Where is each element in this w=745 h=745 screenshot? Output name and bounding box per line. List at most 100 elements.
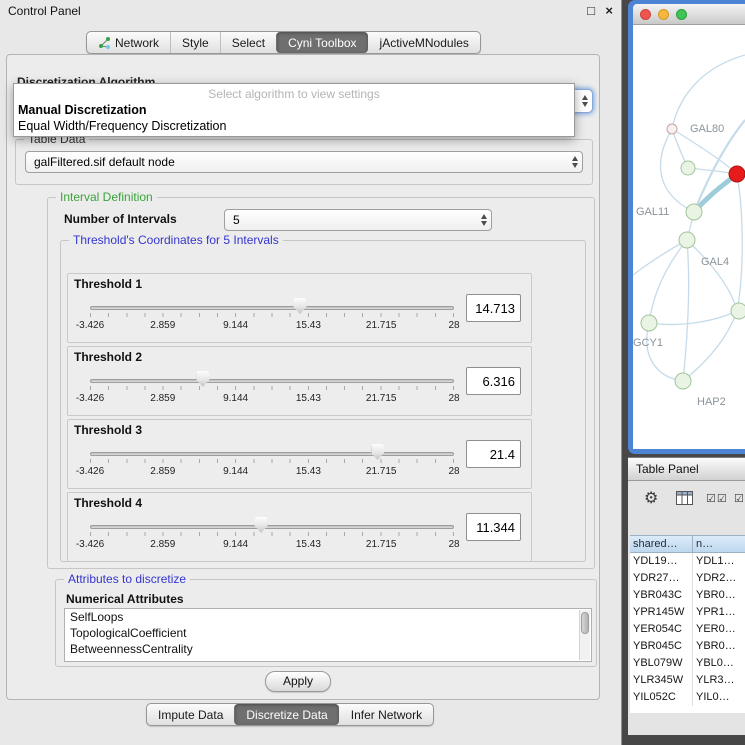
table-cell[interactable]: YBR0…: [693, 587, 745, 604]
control-panel-titlebar: Control Panel □ ×: [0, 0, 621, 24]
close-window-icon[interactable]: ×: [605, 3, 613, 18]
scrollbar-thumb[interactable]: [581, 612, 589, 634]
table-row[interactable]: YPR145WYPR1…: [630, 604, 745, 621]
network-node-label: GAL4: [701, 256, 729, 268]
table-cell[interactable]: YLR345W: [630, 672, 693, 689]
float-window-icon[interactable]: □: [587, 3, 595, 18]
table-cell[interactable]: YDR27…: [630, 570, 693, 587]
table-row[interactable]: YDL19…YDL1…: [630, 553, 745, 570]
network-node[interactable]: [729, 166, 745, 182]
network-node[interactable]: [641, 315, 657, 331]
scale-tick-label: 2.859: [150, 466, 175, 477]
slider-scale: -3.426 2.859 9.144 15.43 21.715 28: [90, 539, 454, 551]
tab-style[interactable]: Style: [170, 32, 220, 53]
threshold-1-value-field[interactable]: [466, 294, 521, 322]
tab-network[interactable]: Network: [87, 32, 170, 53]
table-cell[interactable]: YBL0…: [693, 655, 745, 672]
table-cell[interactable]: YPR145W: [630, 604, 693, 621]
table-row[interactable]: YBR043CYBR0…: [630, 587, 745, 604]
table-data-combobox[interactable]: galFiltered.sif default node: [25, 151, 583, 173]
table-cell[interactable]: YER0…: [693, 621, 745, 638]
threshold-4-slider[interactable]: [90, 517, 454, 537]
table-row[interactable]: YDR27…YDR2…: [630, 570, 745, 587]
app-root: Control Panel □ × Network Style Select: [0, 0, 745, 745]
tab-jactivemnodules-label: jActiveMNodules: [380, 36, 469, 50]
tab-network-label: Network: [115, 36, 159, 50]
table-cell[interactable]: YER054C: [630, 621, 693, 638]
number-of-intervals-label: Number of Intervals: [64, 212, 177, 226]
scale-tick-label: 21.715: [366, 466, 397, 477]
threshold-2-value-field[interactable]: [466, 367, 521, 395]
threshold-3-slider[interactable]: [90, 444, 454, 464]
slider-track[interactable]: [90, 306, 454, 310]
network-node[interactable]: [731, 303, 745, 319]
tab-jactivemnodules[interactable]: jActiveMNodules: [368, 32, 480, 53]
table-cell[interactable]: YBR0…: [693, 638, 745, 655]
slider-track[interactable]: [90, 379, 454, 383]
table-cell[interactable]: YIL0…: [693, 689, 745, 706]
table-row[interactable]: YER054CYER0…: [630, 621, 745, 638]
apply-button[interactable]: Apply: [265, 671, 331, 692]
columns-icon[interactable]: [676, 491, 693, 510]
control-panel: Control Panel □ × Network Style Select: [0, 0, 622, 745]
table-cell[interactable]: YBR045C: [630, 638, 693, 655]
combo-stepper-icon: [572, 156, 578, 168]
numerical-attributes-label: Numerical Attributes: [66, 592, 184, 606]
table-row[interactable]: YLR345WYLR3…: [630, 672, 745, 689]
slider-scale: -3.426 2.859 9.144 15.43 21.715 28: [90, 393, 454, 405]
slider-thumb[interactable]: [196, 371, 209, 387]
select-columns-icon[interactable]: ☑☑: [734, 492, 745, 505]
table-cell[interactable]: YDL19…: [630, 553, 693, 570]
tab-discretize-data[interactable]: Discretize Data: [234, 704, 338, 725]
attributes-list-scrollbar[interactable]: [579, 610, 590, 660]
slider-thumb[interactable]: [255, 517, 268, 533]
mac-zoom-button[interactable]: [676, 9, 687, 20]
slider-thumb[interactable]: [371, 444, 384, 460]
threshold-1-slider[interactable]: [90, 298, 454, 318]
column-header-shared-name[interactable]: shared…: [630, 535, 693, 553]
gear-icon[interactable]: ⚙: [644, 488, 658, 508]
number-of-intervals-combobox[interactable]: 5: [224, 209, 492, 231]
dropdown-option-manual-discretization[interactable]: Manual Discretization: [14, 101, 574, 117]
network-canvas[interactable]: GAL80GAL11GAL4GCY1HAP2: [633, 25, 745, 449]
list-item-topologicalcoefficient[interactable]: TopologicalCoefficient: [65, 625, 591, 641]
network-svg[interactable]: GAL80GAL11GAL4GCY1HAP2: [633, 25, 745, 449]
select-all-columns-icon[interactable]: ☑☑: [706, 492, 728, 505]
network-node[interactable]: [681, 161, 695, 175]
table-cell[interactable]: YBR043C: [630, 587, 693, 604]
network-window-titlebar: [633, 4, 745, 25]
table-cell[interactable]: YLR3…: [693, 672, 745, 689]
tab-discretize-data-label: Discretize Data: [246, 708, 327, 722]
table-cell[interactable]: YDL1…: [693, 553, 745, 570]
top-tab-bar: Network Style Select Cyni Toolbox jActiv…: [86, 31, 481, 54]
network-node[interactable]: [679, 232, 695, 248]
threshold-4-value-field[interactable]: [466, 513, 521, 541]
list-item-betweennesscentrality[interactable]: BetweennessCentrality: [65, 641, 591, 657]
slider-track[interactable]: [90, 452, 454, 456]
slider-thumb[interactable]: [294, 298, 307, 314]
network-node[interactable]: [667, 124, 677, 134]
slider-track[interactable]: [90, 525, 454, 529]
threshold-3-value-field[interactable]: [466, 440, 521, 468]
tab-impute-data[interactable]: Impute Data: [147, 704, 234, 725]
mac-close-button[interactable]: [640, 9, 651, 20]
table-cell[interactable]: YBL079W: [630, 655, 693, 672]
column-header-name[interactable]: n…: [693, 535, 745, 553]
table-row[interactable]: YBR045CYBR0…: [630, 638, 745, 655]
tab-select[interactable]: Select: [220, 32, 276, 53]
threshold-2-slider[interactable]: [90, 371, 454, 391]
table-cell[interactable]: YIL052C: [630, 689, 693, 706]
table-row[interactable]: YBL079WYBL0…: [630, 655, 745, 672]
tab-infer-network[interactable]: Infer Network: [339, 704, 433, 725]
table-cell[interactable]: YPR1…: [693, 604, 745, 621]
tab-cyni-toolbox[interactable]: Cyni Toolbox: [276, 32, 367, 53]
list-item-selfloops[interactable]: SelfLoops: [65, 609, 591, 625]
table-cell[interactable]: YDR2…: [693, 570, 745, 587]
dropdown-option-equal-width-frequency[interactable]: Equal Width/Frequency Discretization: [14, 117, 574, 133]
network-node[interactable]: [686, 204, 702, 220]
table-panel: ⚙ ☑☑ ☑☑ shared… n… YDL19…YDL1… YDR27…YDR…: [628, 481, 745, 735]
network-node[interactable]: [675, 373, 691, 389]
threshold-2-box: Threshold 2 -3.426 2.859 9.144 15.43 21.…: [67, 346, 532, 416]
table-row[interactable]: YIL052CYIL0…: [630, 689, 745, 706]
mac-minimize-button[interactable]: [658, 9, 669, 20]
